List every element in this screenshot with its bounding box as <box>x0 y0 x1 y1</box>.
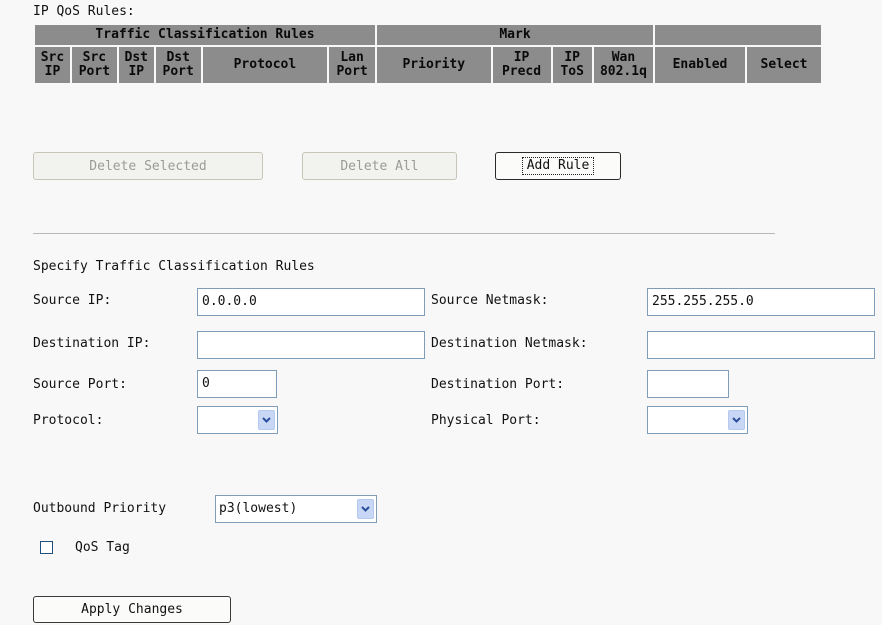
column-header-src-port: Src Port <box>71 47 117 83</box>
outbound-priority-label: Outbound Priority <box>33 501 167 516</box>
column-header-enabled: Enabled <box>655 47 745 83</box>
physical-port-label: Physical Port: <box>431 413 541 428</box>
table-group-header-blank <box>655 25 821 45</box>
source-ip-field[interactable]: 0.0.0.0 <box>197 288 425 316</box>
column-header-dst-port: Dst Port <box>155 47 201 83</box>
chevron-down-icon[interactable] <box>258 410 275 430</box>
column-header-dst-ip: Dst IP <box>118 47 154 83</box>
column-header-ip-tos: IP ToS <box>552 47 592 83</box>
protocol-label: Protocol: <box>33 413 104 428</box>
source-netmask-field[interactable]: 255.255.255.0 <box>647 288 875 316</box>
destination-netmask-label: Destination Netmask: <box>431 336 588 351</box>
column-header-priority: Priority <box>377 47 491 83</box>
protocol-select[interactable] <box>197 406 278 434</box>
chevron-down-icon[interactable] <box>728 410 745 430</box>
column-header-select: Select <box>747 47 821 83</box>
table-group-header-classification: Traffic Classification Rules <box>35 25 375 45</box>
delete-selected-button[interactable]: Delete Selected <box>33 152 263 180</box>
outbound-priority-select[interactable]: p3(lowest) <box>215 495 377 523</box>
destination-port-label: Destination Port: <box>431 377 565 392</box>
physical-port-select[interactable] <box>647 406 748 434</box>
source-port-label: Source Port: <box>33 377 127 392</box>
rules-table: Traffic Classification Rules Mark Src IP … <box>33 23 823 85</box>
section-title: Specify Traffic Classification Rules <box>33 259 315 274</box>
destination-ip-label: Destination IP: <box>33 336 151 351</box>
qos-tag-checkbox[interactable] <box>40 541 53 554</box>
chevron-down-icon[interactable] <box>357 499 374 519</box>
destination-ip-field[interactable] <box>197 331 425 359</box>
qos-tag-label: QoS Tag <box>75 540 130 555</box>
column-header-wan-8021q: Wan 802.1q <box>593 47 653 83</box>
destination-netmask-field[interactable] <box>647 331 875 359</box>
column-header-ip-precd: IP Precd <box>492 47 551 83</box>
table-group-header-mark: Mark <box>377 25 653 45</box>
source-port-field[interactable]: 0 <box>197 370 277 398</box>
source-netmask-label: Source Netmask: <box>431 293 549 308</box>
column-header-protocol: Protocol <box>202 47 328 83</box>
delete-all-button[interactable]: Delete All <box>302 152 457 180</box>
column-header-lan-port: Lan Port <box>329 47 375 83</box>
source-ip-label: Source IP: <box>33 293 112 308</box>
destination-port-field[interactable] <box>647 370 729 398</box>
add-rule-button[interactable]: Add Rule <box>495 152 621 180</box>
column-header-src-ip: Src IP <box>35 47 70 83</box>
divider <box>33 233 775 234</box>
page-title: IP QoS Rules: <box>33 4 135 19</box>
apply-changes-button[interactable]: Apply Changes <box>33 596 231 623</box>
